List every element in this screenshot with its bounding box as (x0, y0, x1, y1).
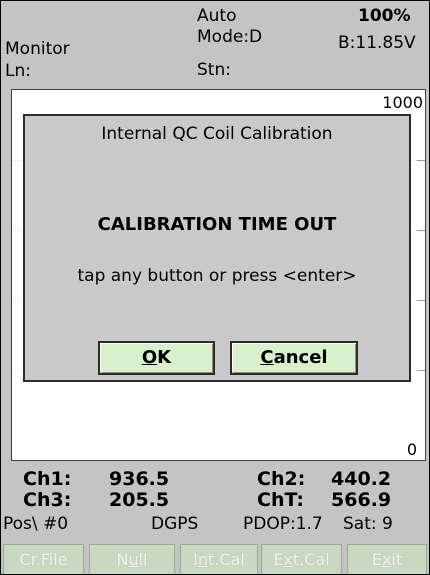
ch1-value: 936.5 (109, 468, 170, 490)
satellite-count: Sat: 9 (343, 514, 393, 534)
pdop-value: PDOP:1.7 (243, 514, 323, 534)
exit-label-end: it (391, 550, 403, 569)
cht-value: 566.9 (331, 489, 392, 511)
plot-tick (417, 160, 425, 161)
battery-percent: 100% (358, 6, 411, 26)
null-label-end: ll (138, 550, 148, 569)
ok-mnemonic: O (141, 347, 158, 368)
null-label-start: N (116, 550, 129, 569)
ch1-label: Ch1: (23, 468, 72, 490)
null-mnemonic: u (128, 550, 139, 569)
plot-tick (417, 370, 425, 371)
plot-y-min-label: 0 (406, 440, 417, 459)
extcal-mnemonic: x (283, 550, 293, 569)
ch2-label: Ch2: (257, 468, 306, 490)
station-label: Stn: (197, 60, 231, 80)
intcal-mnemonic: n (197, 550, 209, 569)
position-index: Pos\ #0 (3, 514, 69, 534)
internal-calibration-button[interactable]: Int.Cal (180, 544, 258, 574)
gps-mode: DGPS (151, 514, 199, 534)
exit-button[interactable]: Exit (347, 544, 427, 574)
battery-voltage: B:11.85V (338, 33, 416, 53)
device-screen: Auto 100% Monitor Mode:D B:11.85V Ln: St… (0, 0, 430, 575)
extcal-label-start: E (273, 550, 284, 569)
ok-button[interactable]: OK (98, 341, 215, 375)
intcal-label-end: t.Cal (208, 550, 245, 569)
ch3-label: Ch3: (23, 489, 72, 511)
exit-mnemonic: x (381, 550, 392, 569)
exit-label-start: E (371, 550, 382, 569)
cht-label: ChT: (257, 489, 304, 511)
plot-tick (417, 230, 425, 231)
dialog-message: tap any button or press <enter> (77, 266, 357, 286)
ch3-value: 205.5 (109, 489, 170, 511)
null-button[interactable]: Null (89, 544, 175, 574)
cancel-mnemonic: C (260, 347, 274, 368)
cancel-button[interactable]: Cancel (230, 341, 358, 375)
ch2-value: 440.2 (331, 468, 392, 490)
create-file-button[interactable]: Cr.File (3, 544, 84, 574)
ok-label-rest: K (157, 347, 172, 368)
auto-mode-label: Auto (197, 6, 237, 26)
extcal-label-end: t.Cal (292, 550, 330, 569)
plot-y-max-label: 1000 (382, 93, 423, 112)
mode-label: Mode:D (197, 27, 263, 47)
dialog-title: Internal QC Coil Calibration (101, 124, 333, 144)
calibration-dialog: Internal QC Coil Calibration CALIBRATION… (23, 114, 411, 382)
dialog-heading: CALIBRATION TIME OUT (97, 214, 337, 235)
app-title: Monitor (5, 39, 70, 59)
plot-tick (417, 300, 425, 301)
external-calibration-button[interactable]: Ext.Cal (261, 544, 342, 574)
cancel-label-rest: ancel (273, 347, 328, 368)
line-label: Ln: (5, 61, 31, 81)
